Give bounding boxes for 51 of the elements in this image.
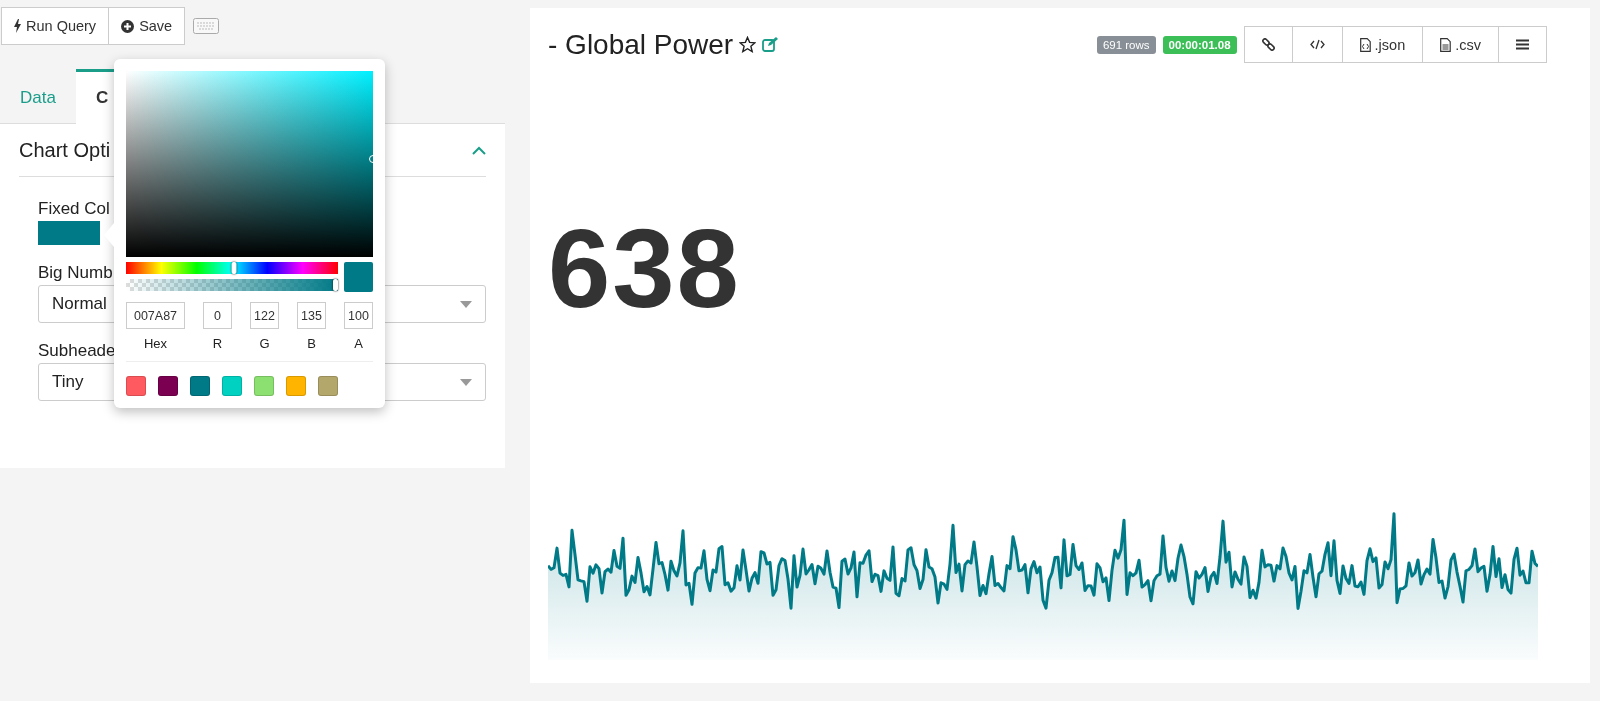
input-label: B bbox=[307, 336, 316, 351]
value-input[interactable]: 100 bbox=[344, 302, 373, 329]
preset-swatch[interactable] bbox=[286, 376, 306, 396]
link-button[interactable] bbox=[1243, 26, 1293, 63]
preset-swatch[interactable] bbox=[126, 376, 146, 396]
edit-icon[interactable] bbox=[762, 37, 779, 52]
file-icon bbox=[1440, 37, 1452, 52]
caret-icon bbox=[460, 300, 472, 308]
run-query-button[interactable]: Run Query bbox=[1, 7, 110, 45]
alpha-slider[interactable] bbox=[126, 279, 338, 291]
field-label: Subheade bbox=[38, 341, 116, 361]
chevron-up-icon[interactable] bbox=[472, 145, 486, 155]
saturation-area[interactable] bbox=[126, 71, 373, 257]
field-label: Fixed Col bbox=[38, 199, 110, 219]
preset-swatch[interactable] bbox=[254, 376, 274, 396]
input-label: R bbox=[212, 336, 223, 351]
save-button[interactable]: Save bbox=[109, 7, 186, 45]
chart-title: - Global Power bbox=[548, 28, 734, 61]
color-swatch[interactable] bbox=[38, 221, 100, 245]
menu-icon bbox=[1516, 39, 1529, 50]
value-input[interactable]: 007A87 bbox=[126, 302, 185, 329]
export-json-button[interactable]: .json bbox=[1342, 26, 1424, 63]
input-label: A bbox=[354, 336, 363, 351]
row-count-badge: 691 rows bbox=[1096, 35, 1156, 54]
keyboard-icon[interactable] bbox=[193, 18, 220, 34]
input-label: G bbox=[259, 336, 270, 351]
preset-swatch[interactable] bbox=[222, 376, 242, 396]
big-number: 638 bbox=[548, 213, 742, 325]
preset-swatch[interactable] bbox=[190, 376, 210, 396]
menu-button[interactable] bbox=[1499, 26, 1547, 63]
color-preview bbox=[344, 262, 373, 292]
link-icon bbox=[1261, 38, 1275, 51]
section-title: Chart Opti bbox=[19, 138, 111, 162]
code-icon bbox=[1309, 39, 1325, 50]
preset-swatch[interactable] bbox=[318, 376, 338, 396]
value-input[interactable]: 135 bbox=[297, 302, 326, 329]
input-label: Hex bbox=[143, 336, 168, 351]
bolt-icon bbox=[14, 19, 21, 33]
slider-thumb[interactable] bbox=[231, 262, 237, 274]
query-time-badge: 00:00:01.08 bbox=[1162, 35, 1237, 54]
export-csv-button[interactable]: .csv bbox=[1423, 26, 1499, 63]
star-icon[interactable] bbox=[739, 36, 757, 53]
plus-circle-icon bbox=[121, 19, 135, 33]
value-input[interactable]: 0 bbox=[203, 302, 232, 329]
code-file-icon bbox=[1359, 37, 1371, 52]
value-input[interactable]: 122 bbox=[250, 302, 279, 329]
slider-thumb[interactable] bbox=[333, 279, 338, 291]
hue-slider[interactable] bbox=[126, 262, 338, 274]
field-label: Big Numb bbox=[38, 263, 113, 283]
preset-swatch[interactable] bbox=[158, 376, 178, 396]
caret-icon bbox=[460, 378, 472, 386]
